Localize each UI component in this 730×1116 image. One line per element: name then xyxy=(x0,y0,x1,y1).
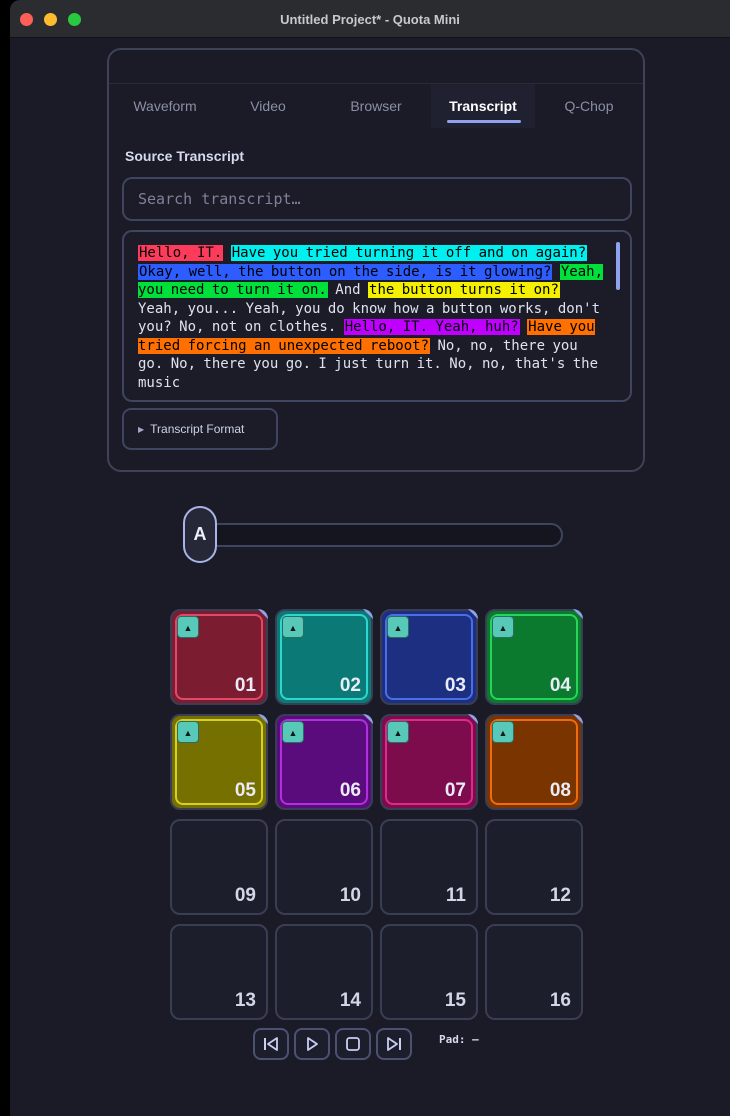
transcript-view[interactable]: Hello, IT. Have you tried turning it off… xyxy=(122,230,632,402)
active-tab-indicator xyxy=(447,120,521,123)
titlebar: Untitled Project* - Quota Mini xyxy=(10,0,730,38)
pad-corner-marker xyxy=(363,714,373,724)
transcript-segment[interactable] xyxy=(552,264,559,280)
skip-back-button[interactable] xyxy=(253,1028,289,1060)
pad-08[interactable]: ▲ 08 xyxy=(485,714,583,810)
pad-number: 01 xyxy=(234,675,256,696)
transcript-segment-highlighted[interactable]: Have you tried turning it off and on aga… xyxy=(230,245,588,261)
pad-corner-marker xyxy=(258,609,268,619)
pad-09[interactable]: 09 xyxy=(170,819,268,915)
tab-bar: Waveform Video Browser Transcript Q-Chop xyxy=(109,84,643,134)
pad-06[interactable]: ▲ 06 xyxy=(275,714,373,810)
pad-12[interactable]: 12 xyxy=(485,819,583,915)
pad-number: 02 xyxy=(339,675,361,696)
play-triangle-icon[interactable]: ▲ xyxy=(492,616,514,638)
pad-corner-marker xyxy=(573,609,583,619)
skip-forward-icon xyxy=(387,1037,401,1051)
play-triangle-icon[interactable]: ▲ xyxy=(387,721,409,743)
transcript-segment-highlighted[interactable]: the button turns it on? xyxy=(368,282,560,298)
pad-corner-marker xyxy=(468,714,478,724)
transcript-segment-highlighted[interactable]: Hello, IT. Yeah, huh? xyxy=(343,319,520,335)
pad-16[interactable]: 16 xyxy=(485,924,583,1020)
slider-knob[interactable]: A xyxy=(183,506,217,563)
tab-q-chop[interactable]: Q-Chop xyxy=(549,84,629,128)
pad-grid: ▲ 01 ▲ 02 ▲ 03 ▲ 04 ▲ 05 ▲ 06 ▲ 07 ▲ 08 09 10 11 12 13 14 15 16 xyxy=(170,599,590,1020)
pad-number: 05 xyxy=(234,780,256,801)
tab-video[interactable]: Video xyxy=(231,84,305,128)
window-title: Untitled Project* - Quota Mini xyxy=(280,12,460,27)
play-triangle-icon[interactable]: ▲ xyxy=(282,721,304,743)
transcript-segment[interactable]: And xyxy=(328,282,368,298)
pad-corner-marker xyxy=(363,609,373,619)
transcript-segment-highlighted[interactable]: Hello, IT. xyxy=(138,245,224,261)
play-triangle-icon[interactable]: ▲ xyxy=(492,721,514,743)
pad-corner-marker xyxy=(468,609,478,619)
transcript-text[interactable]: Hello, IT. Have you tried turning it off… xyxy=(138,244,608,392)
transcript-panel: Waveform Video Browser Transcript Q-Chop… xyxy=(107,48,645,472)
stop-button[interactable] xyxy=(335,1028,371,1060)
transcript-segment-highlighted[interactable]: Okay, well, the button on the side, is i… xyxy=(138,263,553,280)
transcript-segment[interactable] xyxy=(223,245,230,261)
pad-number: 06 xyxy=(339,780,361,801)
pad-04[interactable]: ▲ 04 xyxy=(485,609,583,705)
transcript-format-button[interactable]: ▶ Transcript Format xyxy=(122,408,278,450)
scene-slider[interactable]: A xyxy=(183,505,567,565)
pad-13[interactable]: 13 xyxy=(170,924,268,1020)
transport-controls xyxy=(253,1028,412,1062)
pad-corner-marker xyxy=(573,714,583,724)
pad-10[interactable]: 10 xyxy=(275,819,373,915)
pad-15[interactable]: 15 xyxy=(380,924,478,1020)
transcript-format-label: Transcript Format xyxy=(150,422,245,436)
skip-back-icon xyxy=(264,1037,278,1051)
slider-track[interactable] xyxy=(207,523,563,547)
pad-01[interactable]: ▲ 01 xyxy=(170,609,268,705)
play-triangle-icon[interactable]: ▲ xyxy=(177,616,199,638)
pad-02[interactable]: ▲ 02 xyxy=(275,609,373,705)
pad-number: 12 xyxy=(549,885,571,906)
pad-11[interactable]: 11 xyxy=(380,819,478,915)
pad-number: 15 xyxy=(444,990,466,1011)
tab-waveform[interactable]: Waveform xyxy=(121,84,209,128)
pad-number: 14 xyxy=(339,990,361,1011)
play-triangle-icon[interactable]: ▲ xyxy=(387,616,409,638)
pad-07[interactable]: ▲ 07 xyxy=(380,714,478,810)
disclosure-triangle-icon: ▶ xyxy=(138,424,145,434)
pad-number: 10 xyxy=(339,885,361,906)
transcript-scrollbar[interactable] xyxy=(616,242,620,290)
play-icon xyxy=(307,1037,318,1051)
pad-number: 08 xyxy=(549,780,571,801)
pad-readout: Pad: — xyxy=(439,1033,479,1046)
pad-number: 04 xyxy=(549,675,571,696)
pad-03[interactable]: ▲ 03 xyxy=(380,609,478,705)
pad-number: 03 xyxy=(444,675,466,696)
app-window: Untitled Project* - Quota Mini Waveform … xyxy=(10,0,730,1116)
pad-number: 16 xyxy=(549,990,571,1011)
play-button[interactable] xyxy=(294,1028,330,1060)
search-input[interactable] xyxy=(122,177,632,221)
tab-browser[interactable]: Browser xyxy=(333,84,419,128)
pad-number: 11 xyxy=(445,885,466,906)
stop-icon xyxy=(346,1037,360,1051)
pad-14[interactable]: 14 xyxy=(275,924,373,1020)
pad-05[interactable]: ▲ 05 xyxy=(170,714,268,810)
play-triangle-icon[interactable]: ▲ xyxy=(282,616,304,638)
play-triangle-icon[interactable]: ▲ xyxy=(177,721,199,743)
section-title: Source Transcript xyxy=(125,148,245,164)
skip-forward-button[interactable] xyxy=(376,1028,412,1060)
pad-number: 07 xyxy=(444,780,466,801)
pad-number: 09 xyxy=(234,885,256,906)
pad-corner-marker xyxy=(258,714,268,724)
pad-number: 13 xyxy=(234,990,256,1011)
